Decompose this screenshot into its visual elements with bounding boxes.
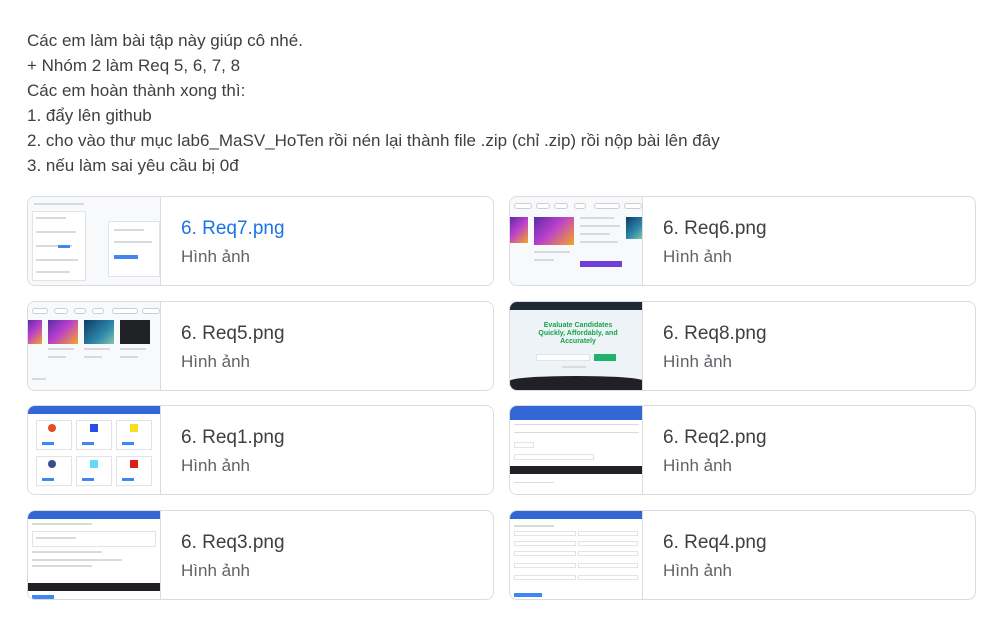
attachment-thumbnail — [510, 406, 643, 494]
attachment-card-req1[interactable]: 6. Req1.png Hình ảnh — [27, 405, 494, 495]
attachment-card-req5[interactable]: 6. Req5.png Hình ảnh — [27, 301, 494, 391]
attachment-thumbnail — [28, 302, 161, 390]
attachment-title[interactable]: 6. Req1.png — [181, 426, 285, 450]
attachment-title[interactable]: 6. Req2.png — [663, 426, 767, 450]
attachment-type: Hình ảnh — [663, 247, 732, 266]
attachment-type: Hình ảnh — [663, 456, 732, 475]
attachment-thumbnail — [28, 406, 161, 494]
instruction-line: + Nhóm 2 làm Req 5, 6, 7, 8 — [27, 56, 241, 75]
attachment-type: Hình ảnh — [181, 561, 250, 580]
attachment-thumbnail — [510, 197, 643, 285]
attachment-title[interactable]: 6. Req3.png — [181, 531, 285, 555]
attachment-title[interactable]: 6. Req5.png — [181, 322, 285, 346]
landing-headline: Evaluate Candidates Quickly, Affordably,… — [538, 322, 618, 345]
instruction-line: Các em hoàn thành xong thì: — [27, 81, 246, 100]
instruction-line: 2. cho vào thư mục lab6_MaSV_HoTen rồi n… — [27, 131, 720, 150]
attachment-card-req8[interactable]: Evaluate Candidates Quickly, Affordably,… — [509, 301, 976, 391]
instruction-line: Các em làm bài tập này giúp cô nhé. — [27, 31, 303, 50]
attachment-type: Hình ảnh — [663, 561, 732, 580]
attachment-thumbnail — [28, 511, 161, 599]
attachment-card-req2[interactable]: 6. Req2.png Hình ảnh — [509, 405, 976, 495]
assignment-instructions: Các em làm bài tập này giúp cô nhé. + Nh… — [27, 28, 967, 178]
attachment-card-req7[interactable]: 6. Req7.png Hình ảnh — [27, 196, 494, 286]
attachment-thumbnail — [28, 197, 161, 285]
attachment-title[interactable]: 6. Req7.png — [181, 217, 285, 241]
attachment-title[interactable]: 6. Req8.png — [663, 322, 767, 346]
instruction-line: 1. đẩy lên github — [27, 106, 152, 125]
attachment-type: Hình ảnh — [663, 352, 732, 371]
attachment-type: Hình ảnh — [181, 247, 250, 266]
attachment-card-req6[interactable]: 6. Req6.png Hình ảnh — [509, 196, 976, 286]
attachment-title[interactable]: 6. Req6.png — [663, 217, 767, 241]
instruction-line: 3. nếu làm sai yêu cầu bị 0đ — [27, 156, 239, 175]
attachment-title[interactable]: 6. Req4.png — [663, 531, 767, 555]
attachment-card-req3[interactable]: 6. Req3.png Hình ảnh — [27, 510, 494, 600]
attachment-type: Hình ảnh — [181, 456, 250, 475]
attachment-thumbnail — [510, 511, 643, 599]
attachment-thumbnail: Evaluate Candidates Quickly, Affordably,… — [510, 302, 643, 390]
attachment-type: Hình ảnh — [181, 352, 250, 371]
attachment-card-req4[interactable]: 6. Req4.png Hình ảnh — [509, 510, 976, 600]
